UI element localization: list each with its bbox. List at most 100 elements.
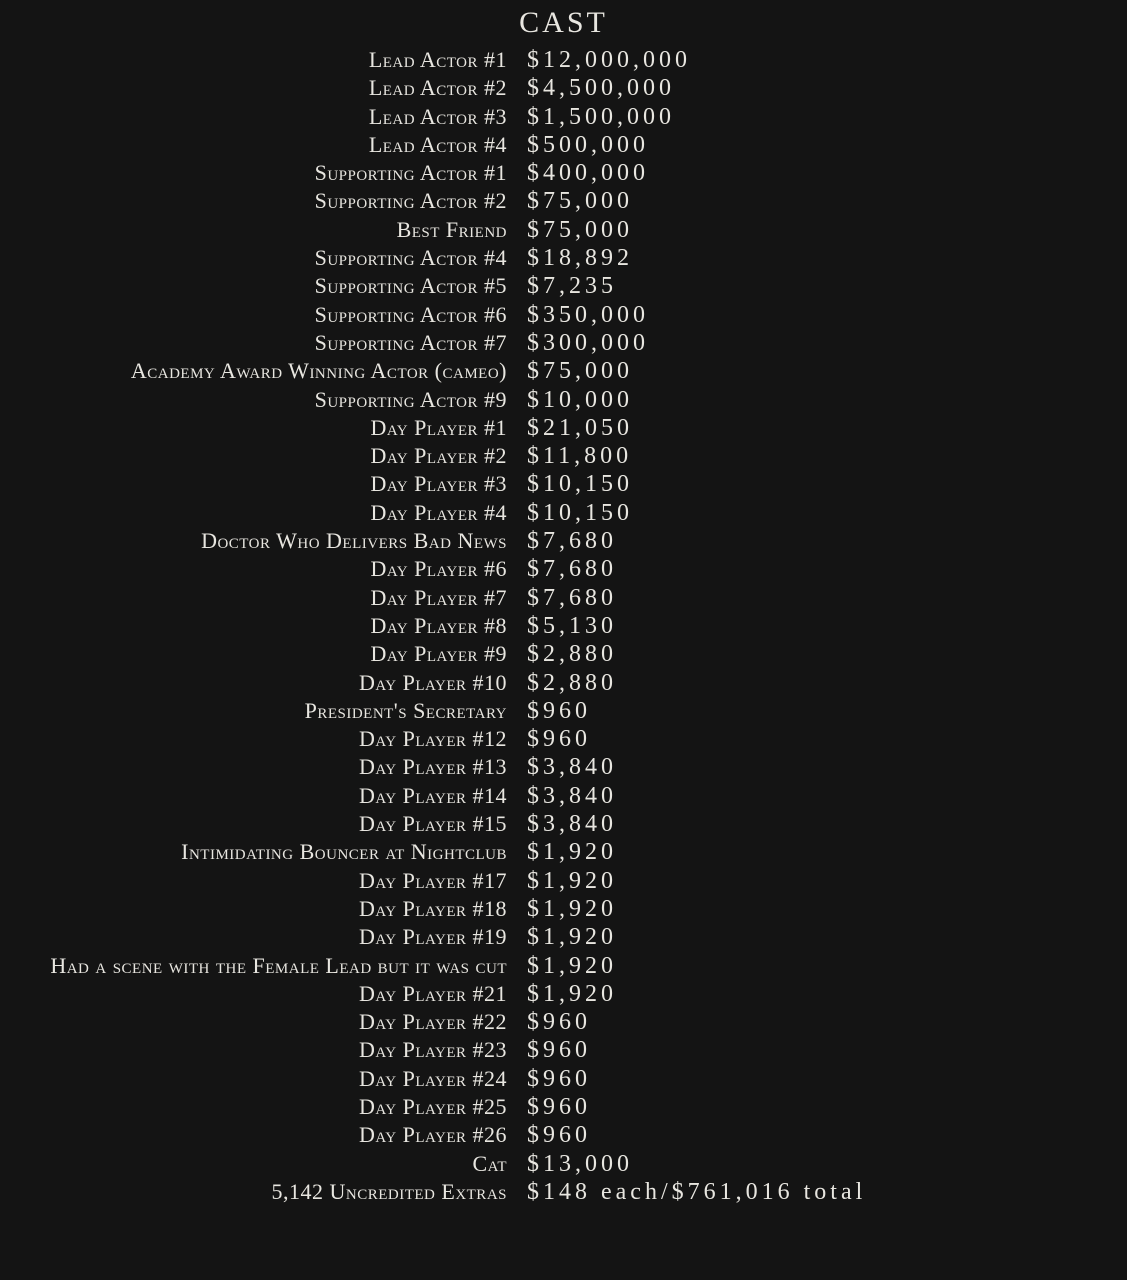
cast-row: Day Player #26$960	[0, 1121, 1127, 1149]
cast-role: Day Player #22	[0, 1008, 517, 1035]
cast-role: Supporting Actor #6	[0, 301, 517, 328]
cast-amount: $10,000	[517, 387, 1127, 414]
cast-amount: $12,000,000	[517, 47, 1127, 74]
cast-row: Supporting Actor #9$10,000	[0, 386, 1127, 414]
cast-row: Day Player #19$1,920	[0, 923, 1127, 951]
cast-amount: $1,920	[517, 924, 1127, 951]
cast-row: Lead Actor #4$500,000	[0, 131, 1127, 159]
cast-row: Day Player #2$11,800	[0, 442, 1127, 470]
cast-role: Best Friend	[0, 216, 517, 243]
cast-role: Cat	[0, 1150, 517, 1177]
cast-row: Lead Actor #2$4,500,000	[0, 74, 1127, 102]
cast-amount: $400,000	[517, 160, 1127, 187]
cast-role: Supporting Actor #7	[0, 329, 517, 356]
cast-role: Day Player #9	[0, 640, 517, 667]
cast-row: Intimidating Bouncer at Nightclub$1,920	[0, 838, 1127, 866]
cast-role: Day Player #1	[0, 414, 517, 441]
cast-row: Doctor Who Delivers Bad News$7,680	[0, 527, 1127, 555]
cast-amount: $7,235	[517, 273, 1127, 300]
cast-row: Lead Actor #3$1,500,000	[0, 103, 1127, 131]
cast-role: Day Player #8	[0, 612, 517, 639]
cast-row: Day Player #17$1,920	[0, 867, 1127, 895]
cast-row: Day Player #1$21,050	[0, 414, 1127, 442]
cast-amount: $3,840	[517, 811, 1127, 838]
cast-amount: $75,000	[517, 217, 1127, 244]
cast-role: Academy Award Winning Actor (cameo)	[0, 357, 517, 384]
cast-amount: $7,680	[517, 556, 1127, 583]
cast-role: Lead Actor #4	[0, 131, 517, 158]
cast-row: Day Player #7$7,680	[0, 584, 1127, 612]
cast-amount: $13,000	[517, 1151, 1127, 1178]
cast-amount: $2,880	[517, 670, 1127, 697]
cast-role: Day Player #26	[0, 1121, 517, 1148]
cast-row: Day Player #18$1,920	[0, 895, 1127, 923]
cast-row: Day Player #21$1,920	[0, 980, 1127, 1008]
cast-role: Day Player #4	[0, 499, 517, 526]
cast-amount: $2,880	[517, 641, 1127, 668]
cast-row: Day Player #4$10,150	[0, 499, 1127, 527]
cast-role: Day Player #2	[0, 442, 517, 469]
cast-role: Supporting Actor #4	[0, 244, 517, 271]
cast-role: Supporting Actor #5	[0, 272, 517, 299]
cast-row: Supporting Actor #7$300,000	[0, 329, 1127, 357]
cast-role: Supporting Actor #9	[0, 386, 517, 413]
cast-amount: $7,680	[517, 528, 1127, 555]
cast-amount: $3,840	[517, 783, 1127, 810]
cast-role: Day Player #23	[0, 1036, 517, 1063]
cast-row: Day Player #3$10,150	[0, 470, 1127, 498]
cast-row: Supporting Actor #4$18,892	[0, 244, 1127, 272]
cast-role: Day Player #21	[0, 980, 517, 1007]
cast-role: Day Player #7	[0, 584, 517, 611]
cast-role: Day Player #10	[0, 669, 517, 696]
cast-row: Day Player #6$7,680	[0, 555, 1127, 583]
cast-row: Best Friend$75,000	[0, 216, 1127, 244]
cast-role: Supporting Actor #2	[0, 187, 517, 214]
cast-row: Day Player #14$3,840	[0, 782, 1127, 810]
cast-role: Day Player #17	[0, 867, 517, 894]
cast-amount: $75,000	[517, 358, 1127, 385]
cast-row: Day Player #10$2,880	[0, 669, 1127, 697]
cast-row: Lead Actor #1$12,000,000	[0, 46, 1127, 74]
cast-role: Intimidating Bouncer at Nightclub	[0, 838, 517, 865]
cast-role: President's Secretary	[0, 697, 517, 724]
cast-amount: $18,892	[517, 245, 1127, 272]
cast-role: Day Player #12	[0, 725, 517, 752]
cast-role: Lead Actor #2	[0, 74, 517, 101]
cast-role: Day Player #6	[0, 555, 517, 582]
cast-role: Had a scene with the Female Lead but it …	[0, 952, 517, 979]
cast-row: Day Player #8$5,130	[0, 612, 1127, 640]
cast-amount: $300,000	[517, 330, 1127, 357]
cast-amount: $75,000	[517, 188, 1127, 215]
cast-row: Supporting Actor #2$75,000	[0, 187, 1127, 215]
cast-role: Day Player #3	[0, 470, 517, 497]
cast-amount: $148 each/$761,016 total	[517, 1179, 1127, 1206]
cast-amount: $350,000	[517, 302, 1127, 329]
cast-role: Day Player #25	[0, 1093, 517, 1120]
cast-role: Day Player #18	[0, 895, 517, 922]
cast-amount: $5,130	[517, 613, 1127, 640]
cast-amount: $1,920	[517, 839, 1127, 866]
cast-row: Academy Award Winning Actor (cameo)$75,0…	[0, 357, 1127, 385]
cast-row: Day Player #13$3,840	[0, 753, 1127, 781]
cast-row: 5,142 Uncredited Extras$148 each/$761,01…	[0, 1178, 1127, 1206]
cast-row: Supporting Actor #5$7,235	[0, 272, 1127, 300]
cast-amount: $11,800	[517, 443, 1127, 470]
cast-row: Supporting Actor #6$350,000	[0, 301, 1127, 329]
cast-role: Lead Actor #1	[0, 46, 517, 73]
cast-role: Day Player #24	[0, 1065, 517, 1092]
cast-amount: $1,500,000	[517, 104, 1127, 131]
cast-amount: $960	[517, 726, 1127, 753]
cast-amount: $1,920	[517, 896, 1127, 923]
cast-amount: $1,920	[517, 953, 1127, 980]
cast-row: Day Player #25$960	[0, 1093, 1127, 1121]
cast-amount: $500,000	[517, 132, 1127, 159]
cast-amount: $21,050	[517, 415, 1127, 442]
cast-amount: $960	[517, 1009, 1127, 1036]
cast-row: Day Player #24$960	[0, 1065, 1127, 1093]
cast-amount: $960	[517, 1066, 1127, 1093]
cast-row: Had a scene with the Female Lead but it …	[0, 952, 1127, 980]
cast-row: Supporting Actor #1$400,000	[0, 159, 1127, 187]
cast-row: Day Player #12$960	[0, 725, 1127, 753]
cast-amount: $1,920	[517, 868, 1127, 895]
cast-amount: $1,920	[517, 981, 1127, 1008]
